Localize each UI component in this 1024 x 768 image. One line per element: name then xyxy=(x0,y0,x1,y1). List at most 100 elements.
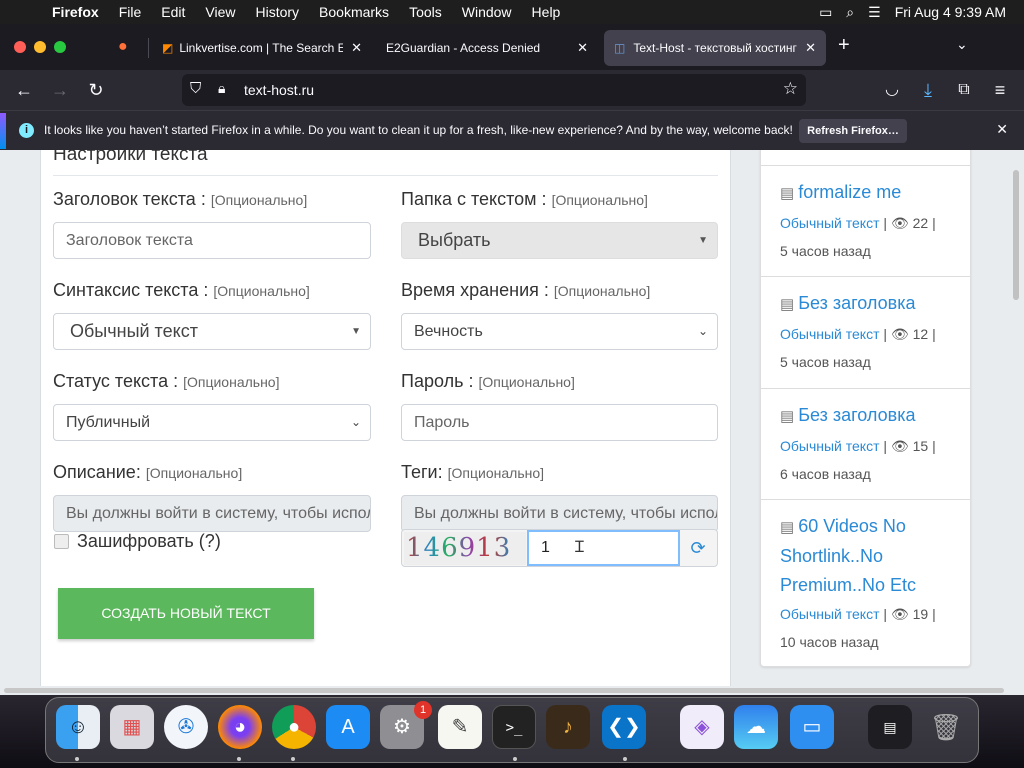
syntax-link[interactable]: Обычный текст xyxy=(780,606,880,622)
close-tab-icon[interactable]: ✕ xyxy=(805,40,816,56)
close-tab-icon[interactable]: ✕ xyxy=(351,40,362,56)
screen-mirroring-icon[interactable]: ▭ xyxy=(819,4,832,21)
menu-view[interactable]: View xyxy=(205,4,235,20)
eye-icon: 👁︎ xyxy=(890,326,909,342)
dock: ☺ ▦ ✇ ◕ ● A ⚙ ✎ >_ ♪ ❮❯ ◈ ☁ ▭ ▤ 🗑︎ xyxy=(45,697,979,763)
menu-help[interactable]: Help xyxy=(532,4,561,20)
launchpad-icon[interactable]: ▦ xyxy=(110,705,154,749)
close-window-button[interactable] xyxy=(14,41,26,53)
hamburger-menu-icon[interactable]: ≡ xyxy=(986,78,1014,102)
menu-bookmarks[interactable]: Bookmarks xyxy=(319,4,389,20)
spotlight-search-icon[interactable]: ⌕ xyxy=(846,4,854,21)
create-new-text-button[interactable]: Создать новый текст xyxy=(58,588,314,639)
menu-window[interactable]: Window xyxy=(462,4,512,20)
linkvertise-favicon-icon: ◩ xyxy=(162,41,174,55)
encrypt-label[interactable]: Зашифровать (?) xyxy=(77,531,221,552)
extensions-icon[interactable]: ⧉ xyxy=(950,78,978,102)
encrypt-checkbox[interactable] xyxy=(54,534,69,549)
syntax-link[interactable]: Обычный текст xyxy=(780,215,880,231)
firefox-view-icon[interactable]: ● xyxy=(118,38,128,56)
text-host-favicon-icon: ◫ xyxy=(614,41,626,55)
chevron-down-icon: ⌄ xyxy=(350,415,361,429)
tab-title: Linkvertise.com | The Search En xyxy=(179,41,344,55)
pocket-icon[interactable]: ◡ xyxy=(878,78,906,102)
recent-text-item: ▤ 60 Videos No Shortlink..No Premium..No … xyxy=(761,499,970,667)
downloads-icon[interactable]: ⤓ xyxy=(914,78,942,102)
app-store-icon[interactable]: A xyxy=(326,705,370,749)
recent-text-title[interactable]: 60 Videos No Shortlink..No Premium..No E… xyxy=(780,516,916,595)
refresh-firefox-notification: i It looks like you haven’t started Fire… xyxy=(0,110,1024,150)
minimize-window-button[interactable] xyxy=(34,41,46,53)
downloads-stack-icon[interactable]: ▤ xyxy=(868,705,912,749)
tags-input[interactable]: Вы должны войти в систему, чтобы использ… xyxy=(401,495,718,532)
new-tab-plus-icon[interactable]: + xyxy=(838,34,850,57)
textedit-icon[interactable]: ✎ xyxy=(438,705,482,749)
site-lock-icon[interactable]: 🔒︎ xyxy=(218,80,225,97)
weather-icon[interactable]: ☁ xyxy=(734,705,778,749)
folder-select[interactable]: Выбрать ▼ xyxy=(401,222,718,259)
reload-icon[interactable]: ↻ xyxy=(82,78,110,102)
visual-studio-icon[interactable]: ◈ xyxy=(680,705,724,749)
captcha-input[interactable]: 1Ɪ xyxy=(527,530,680,566)
zoom-window-button[interactable] xyxy=(54,41,66,53)
list-all-tabs-chevron-icon[interactable]: ⌄ xyxy=(956,36,968,53)
garageband-icon[interactable]: ♪ xyxy=(546,705,590,749)
finder-icon[interactable]: ☺ xyxy=(56,705,100,749)
recent-text-title[interactable]: Без заголовка xyxy=(798,293,915,313)
safari-icon[interactable]: ✇ xyxy=(164,705,208,749)
title-input[interactable]: Заголовок текста xyxy=(53,222,371,259)
close-notification-icon[interactable]: ✕ xyxy=(996,121,1008,138)
tab-title: E2Guardian - Access Denied xyxy=(386,41,541,55)
chrome-icon[interactable]: ● xyxy=(272,705,316,749)
view-count: 12 xyxy=(912,326,929,342)
control-center-icon[interactable]: ☰ xyxy=(868,4,881,21)
vscode-icon[interactable]: ❮❯ xyxy=(602,705,646,749)
status-select[interactable]: Публичный ⌄ xyxy=(53,404,371,441)
trash-icon[interactable]: 🗑︎ xyxy=(924,705,968,749)
recent-text-item: ▤ formalize me Обычный текст | 👁︎ 22 | 5 … xyxy=(761,165,970,276)
tab-e2guardian[interactable]: E2Guardian - Access Denied ✕ xyxy=(376,30,598,66)
menu-clock[interactable]: Fri Aug 4 9:39 AM xyxy=(895,4,1006,20)
tracking-protection-shield-icon[interactable]: ⛉ xyxy=(190,80,201,97)
recent-text-time: 6 часов назад xyxy=(780,466,871,482)
description-input[interactable]: Вы должны войти в систему, чтобы использ… xyxy=(53,495,371,532)
tab-text-host[interactable]: ◫ Text-Host - текстовый хостинг ✕ xyxy=(604,30,826,66)
syntax-label: Синтаксис текста : [Опционально] xyxy=(53,280,310,300)
captcha-group: 146913 1Ɪ ⟳ xyxy=(401,529,718,567)
recent-text-time: 10 часов назад xyxy=(780,634,879,650)
refresh-firefox-button[interactable]: Refresh Firefox… xyxy=(799,119,907,143)
expiry-select[interactable]: Вечность ⌄ xyxy=(401,313,718,350)
password-input[interactable]: Пароль xyxy=(401,404,718,441)
firefox-icon[interactable]: ◕ xyxy=(218,705,262,749)
forward-arrow-icon[interactable]: → xyxy=(46,78,74,102)
menu-tools[interactable]: Tools xyxy=(409,4,442,20)
menu-file[interactable]: File xyxy=(119,4,142,20)
description-label: Описание: [Опционально] xyxy=(53,462,243,482)
url-text[interactable]: text-host.ru xyxy=(244,82,314,98)
refresh-captcha-icon[interactable]: ⟳ xyxy=(679,530,717,566)
terminal-icon[interactable]: >_ xyxy=(492,705,536,749)
status-label: Статус текста : [Опционально] xyxy=(53,371,280,391)
recent-text-meta: Обычный текст | 👁︎ 22 | xyxy=(780,215,936,231)
keynote-icon[interactable]: ▭ xyxy=(790,705,834,749)
menu-app-name[interactable]: Firefox xyxy=(52,4,99,20)
syntax-select[interactable]: Обычный текст ▼ xyxy=(53,313,371,350)
horizontal-scrollbar[interactable] xyxy=(0,686,1024,694)
menu-edit[interactable]: Edit xyxy=(161,4,185,20)
tab-linkvertise[interactable]: ◩ Linkvertise.com | The Search En ✕ xyxy=(152,30,372,66)
view-count: 19 xyxy=(912,606,929,622)
back-arrow-icon[interactable]: ← xyxy=(10,78,38,102)
bookmark-star-icon[interactable]: ☆ xyxy=(783,79,798,99)
recent-texts-sidebar: ▤ formalize me Обычный текст | 👁︎ 22 | 5 … xyxy=(760,150,971,667)
vertical-scrollbar[interactable] xyxy=(1013,170,1019,300)
close-tab-icon[interactable]: ✕ xyxy=(577,40,588,56)
address-bar[interactable]: ⛉ 🔒︎ text-host.ru ☆ xyxy=(182,74,806,106)
password-label: Пароль : [Опционально] xyxy=(401,371,575,391)
document-icon: ▤ xyxy=(780,519,795,536)
syntax-link[interactable]: Обычный текст xyxy=(780,326,880,342)
menu-history[interactable]: History xyxy=(255,4,299,20)
section-title: Настройки текста xyxy=(53,150,208,165)
recent-text-title[interactable]: formalize me xyxy=(798,182,901,202)
syntax-link[interactable]: Обычный текст xyxy=(780,438,880,454)
recent-text-title[interactable]: Без заголовка xyxy=(798,405,915,425)
